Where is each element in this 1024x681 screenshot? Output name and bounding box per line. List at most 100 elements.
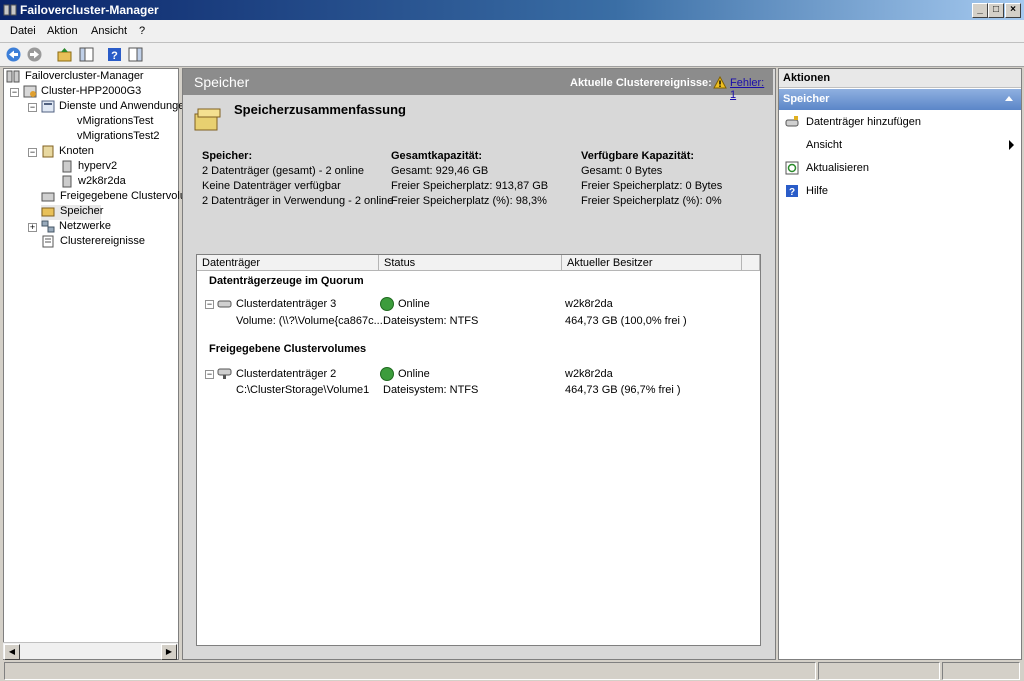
events-icon xyxy=(42,235,54,248)
network-icon xyxy=(41,220,55,233)
menu-ansicht[interactable]: Ansicht xyxy=(91,25,127,37)
refresh-icon xyxy=(785,161,799,175)
tree-label: w2k8r2da xyxy=(78,175,126,187)
tree-item-storage[interactable]: Speicher xyxy=(41,205,104,220)
tree-label: vMigrationsTest xyxy=(77,115,154,127)
summary-title: Speicherzusammenfassung xyxy=(234,102,406,117)
scroll-right-icon[interactable]: ▶ xyxy=(161,644,177,660)
title-bar: Failovercluster-Manager _ □ × xyxy=(0,0,1024,20)
disk-status: Online xyxy=(398,298,430,310)
back-icon[interactable] xyxy=(5,46,22,63)
toolbar: ? xyxy=(0,43,1024,67)
shared-volume-icon xyxy=(41,192,55,202)
menu-bar: Datei Aktion Ansicht ? xyxy=(0,20,1024,43)
maximize-button[interactable]: □ xyxy=(988,3,1004,18)
column-header-disk[interactable]: Datenträger xyxy=(197,255,379,271)
nodes-icon xyxy=(42,145,54,158)
summary-storage-line: Keine Datenträger verfügbar xyxy=(202,180,341,192)
filesystem: Dateisystem: NTFS xyxy=(383,384,479,396)
summary-available-line: Freier Speicherplatz: 0 Bytes xyxy=(581,180,723,192)
volume-size: 464,73 GB (96,7% frei ) xyxy=(565,384,681,396)
tree-label: Speicher xyxy=(60,205,104,217)
error-link[interactable]: Fehler: 1 xyxy=(730,77,773,101)
action-label: Hilfe xyxy=(806,185,829,197)
page-title: Speicher xyxy=(194,74,250,90)
disk-owner: w2k8r2da xyxy=(565,368,613,380)
menu-help[interactable]: ? xyxy=(139,25,145,37)
tree-label: Failovercluster-Manager xyxy=(25,70,144,82)
collapse-section-icon[interactable] xyxy=(1005,96,1013,101)
tree-label: hyperv2 xyxy=(78,160,118,172)
help-icon[interactable]: ? xyxy=(106,46,123,63)
tree-label: Knoten xyxy=(59,145,94,157)
volume-path: Volume: (\\?\Volume{ca867c... xyxy=(236,315,383,327)
summary-storage-line: 2 Datenträger in Verwendung - 2 online xyxy=(202,195,394,207)
warning-icon xyxy=(713,76,727,89)
cluster-events-label: Aktuelle Clusterereignisse: xyxy=(570,77,712,89)
summary-available-line: Gesamt: 0 Bytes xyxy=(581,165,663,177)
disk-name: Clusterdatenträger 3 xyxy=(236,298,337,310)
volume-size: 464,73 GB (100,0% frei ) xyxy=(565,315,687,327)
submenu-arrow-icon xyxy=(1009,140,1014,150)
server-icon xyxy=(62,160,72,173)
status-panel xyxy=(942,662,1020,680)
forward-icon[interactable] xyxy=(26,46,43,63)
minimize-button[interactable]: _ xyxy=(972,3,988,18)
column-header-filler xyxy=(742,255,760,271)
svg-text:?: ? xyxy=(789,187,795,198)
tree-label: Netzwerke xyxy=(59,220,111,232)
close-button[interactable]: × xyxy=(1005,3,1021,18)
svg-text:?: ? xyxy=(111,50,118,62)
disk-owner: w2k8r2da xyxy=(565,298,613,310)
actions-section-title: Speicher xyxy=(783,93,830,105)
storage-summary-icon xyxy=(194,108,221,131)
tree-label: Cluster-HPP2000G3 xyxy=(41,85,142,97)
collapse-icon[interactable]: − xyxy=(10,88,19,97)
online-status-icon xyxy=(380,367,394,381)
action-label: Aktualisieren xyxy=(806,162,869,174)
collapse-icon[interactable]: − xyxy=(28,103,37,112)
volume-path: C:\ClusterStorage\Volume1 xyxy=(236,384,370,396)
cluster-manager-icon xyxy=(6,70,20,83)
up-folder-icon[interactable] xyxy=(56,46,73,63)
summary-storage-heading: Speicher: xyxy=(202,150,253,162)
tree-horizontal-scrollbar[interactable]: ◀ ▶ xyxy=(3,642,178,660)
collapse-icon[interactable]: − xyxy=(205,370,214,379)
help-icon: ? xyxy=(786,185,798,198)
summary-storage-line: 2 Datenträger (gesamt) - 2 online xyxy=(202,165,365,177)
status-panel xyxy=(818,662,940,680)
collapse-icon[interactable]: − xyxy=(28,148,37,157)
column-header-owner[interactable]: Aktueller Besitzer xyxy=(562,255,742,271)
filesystem: Dateisystem: NTFS xyxy=(383,315,479,327)
cluster-manager-icon xyxy=(3,4,17,16)
cluster-icon xyxy=(23,85,37,98)
disk-name: Clusterdatenträger 2 xyxy=(236,368,337,380)
action-label: Datenträger hinzufügen xyxy=(806,116,921,128)
action-label: Ansicht xyxy=(806,139,843,151)
summary-capacity-line: Freier Speicherplatz: 913,87 GB xyxy=(391,180,549,192)
action-add-disk[interactable]: Datenträger hinzufügen xyxy=(779,111,1021,133)
menu-aktion[interactable]: Aktion xyxy=(47,25,78,37)
action-help[interactable]: ? Hilfe xyxy=(779,180,1021,202)
action-view[interactable]: Ansicht xyxy=(779,134,1021,156)
menu-datei[interactable]: Datei xyxy=(10,25,36,37)
actions-pane: Aktionen Speicher Datenträger hinzufügen… xyxy=(778,68,1022,660)
show-hide-tree-icon[interactable] xyxy=(78,46,95,63)
actions-section-storage[interactable]: Speicher xyxy=(779,89,1021,110)
action-pane-icon[interactable] xyxy=(127,46,144,63)
status-panel xyxy=(4,662,816,680)
window-title: Failovercluster-Manager xyxy=(20,3,159,17)
collapse-icon[interactable]: − xyxy=(205,300,214,309)
summary-capacity-line: Gesamt: 929,46 GB xyxy=(391,165,489,177)
status-bar xyxy=(0,660,1024,681)
server-icon xyxy=(62,175,72,188)
column-header-status[interactable]: Status xyxy=(379,255,562,271)
summary-capacity-heading: Gesamtkapazität: xyxy=(391,150,483,162)
scroll-left-icon[interactable]: ◀ xyxy=(4,644,20,660)
navigation-tree: Failovercluster-Manager − Cluster-HPP200… xyxy=(3,68,191,660)
summary-capacity-line: Freier Speicherplatz (%): 98,3% xyxy=(391,195,547,207)
tree-label: Freigegebene Clustervolu xyxy=(60,190,186,202)
online-status-icon xyxy=(380,297,394,311)
expand-icon[interactable]: + xyxy=(28,223,37,232)
action-refresh[interactable]: Aktualisieren xyxy=(779,157,1021,179)
